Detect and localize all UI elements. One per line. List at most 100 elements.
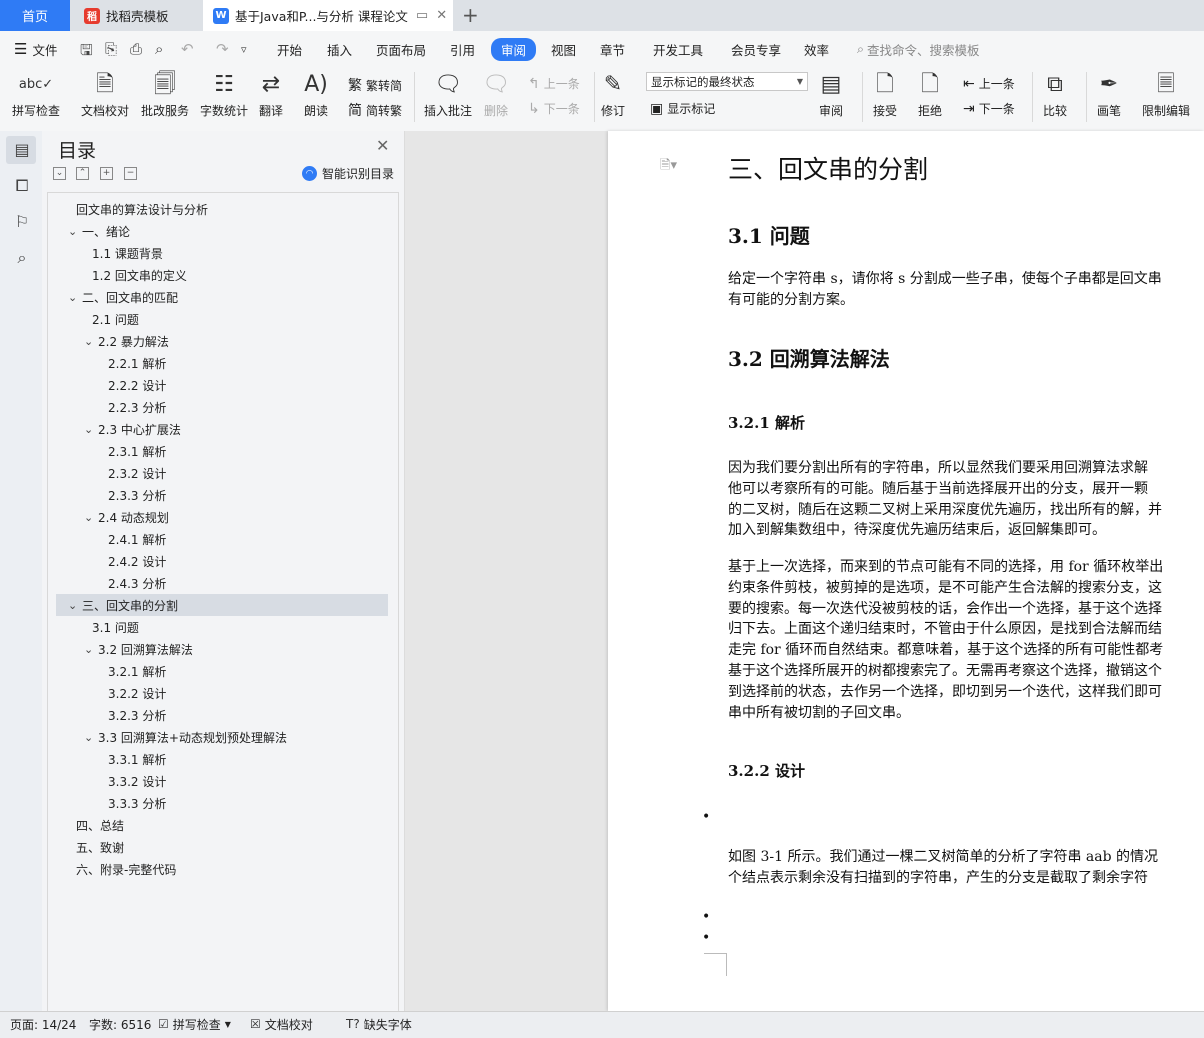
word-count-indicator[interactable]: 字数: 6516 [89, 1011, 151, 1037]
markup-mode-select[interactable]: 显示标记的最终状态 ▼ [646, 72, 808, 91]
page-indicator[interactable]: 页面: 14/24 [10, 1011, 76, 1037]
toc-item[interactable]: ⌄ 3.2 回溯算法解法 [56, 638, 388, 660]
toc-item[interactable]: 2.4.1 解析 [56, 528, 388, 550]
chevron-down-icon[interactable]: ⌄ [84, 643, 98, 656]
tab-home[interactable]: 首页 [0, 0, 70, 31]
toc-item[interactable]: 3.2.2 设计 [56, 682, 388, 704]
smart-toc-button[interactable]: ◠ 智能识别目录 [302, 165, 394, 182]
batch-service-button[interactable]: 🗐 批改服务 [141, 70, 189, 119]
to-simplified-button[interactable]: 简简转繁 [348, 100, 402, 120]
toc-item[interactable]: ⌄ 2.4 动态规划 [56, 506, 388, 528]
insert-comment-button[interactable]: 🗨 插入批注 [424, 70, 472, 119]
toc-item[interactable]: 1.1 课题背景 [56, 242, 388, 264]
toc-item[interactable]: 2.3.2 设计 [56, 462, 388, 484]
toc-item[interactable]: ⌄ 一、绪论 [56, 220, 388, 242]
menu-developer[interactable]: 开发工具 [653, 31, 703, 67]
menu-review[interactable]: 审阅 [491, 31, 537, 67]
accept-button[interactable]: 🗋 接受 [873, 70, 897, 119]
chevron-down-icon[interactable]: ⌄ [84, 423, 98, 436]
toc-item[interactable]: 回文串的算法设计与分析 [56, 198, 388, 220]
tab-document[interactable]: W 基于Java和P...与分析 课程论文 ▭ ✕ [203, 0, 453, 31]
read-aloud-button[interactable]: A) 朗读 [304, 70, 328, 119]
prev-change-button[interactable]: ⇤ 上一条 [963, 75, 1015, 92]
toc-item[interactable]: 2.4.3 分析 [56, 572, 388, 594]
toc-item[interactable]: 2.2.3 分析 [56, 396, 388, 418]
toc-item[interactable]: 3.1 问题 [56, 616, 388, 638]
undo-icon[interactable]: ↶ [181, 40, 194, 58]
expand-up-icon[interactable]: ⌃ [76, 167, 89, 180]
prev-comment-button[interactable]: ↰ 上一条 [528, 75, 580, 92]
word-count-button[interactable]: ☷ 字数统计 [200, 70, 248, 119]
toc-item[interactable]: 3.2.1 解析 [56, 660, 388, 682]
missing-font-status[interactable]: T? 缺失字体 [346, 1011, 412, 1037]
toc-item[interactable]: ⌄ 三、回文串的分割 [56, 594, 388, 616]
chevron-down-icon[interactable]: ⌄ [84, 731, 98, 744]
menu-start[interactable]: 开始 [277, 31, 302, 67]
menu-reference[interactable]: 引用 [450, 31, 475, 67]
toc-item[interactable]: 2.2.1 解析 [56, 352, 388, 374]
next-change-button[interactable]: ⇥ 下一条 [963, 100, 1015, 117]
toc-item[interactable]: ⌄ 2.2 暴力解法 [56, 330, 388, 352]
compare-button[interactable]: ⧉ 比较 [1043, 70, 1067, 119]
next-comment-button[interactable]: ↳ 下一条 [528, 100, 580, 117]
toc-item[interactable]: 3.3.2 设计 [56, 770, 388, 792]
monitor-icon[interactable]: ▭ [416, 8, 428, 23]
export-pdf-icon[interactable]: ⎘ [105, 40, 117, 58]
translate-button[interactable]: ⇄ 翻译 [259, 70, 283, 119]
toc-item[interactable]: 四、总结 [56, 814, 388, 836]
track-changes-button[interactable]: ✎ 修订 [601, 70, 625, 119]
bookmark-icon[interactable]: ⚐ [11, 212, 33, 231]
show-markup-button[interactable]: ▣ 显示标记 [650, 100, 715, 117]
toc-item[interactable]: 五、致谢 [56, 836, 388, 858]
toc-item[interactable]: 2.1 问题 [56, 308, 388, 330]
close-icon[interactable]: ✕ [376, 136, 389, 155]
toc-item[interactable]: 3.2.3 分析 [56, 704, 388, 726]
menu-layout[interactable]: 页面布局 [376, 31, 426, 67]
page-note-icon[interactable]: 🗎▾ [660, 156, 677, 178]
review-pane-button[interactable]: ▤ 审阅 [819, 70, 843, 119]
new-tab-icon[interactable]: + [462, 3, 479, 27]
remove-entry-icon[interactable]: − [124, 167, 137, 180]
menu-insert[interactable]: 插入 [327, 31, 352, 67]
command-search[interactable]: ⌕ 查找命令、搜索模板 [857, 31, 980, 67]
chevron-down-icon[interactable]: ⌄ [68, 225, 82, 238]
reject-button[interactable]: 🗋 拒绝 [918, 70, 942, 119]
toc-item[interactable]: 2.4.2 设计 [56, 550, 388, 572]
close-tab-icon[interactable]: ✕ [436, 8, 447, 23]
doc-proof-status[interactable]: ☒ 文档校对 [250, 1011, 313, 1037]
spell-check-button[interactable]: abc✓ 拼写检查 [12, 70, 60, 119]
toc-item[interactable]: 2.2.2 设计 [56, 374, 388, 396]
chevron-down-icon[interactable]: ⌄ [84, 335, 98, 348]
toc-item[interactable]: ⌄ 二、回文串的匹配 [56, 286, 388, 308]
menu-section[interactable]: 章节 [600, 31, 625, 67]
menu-efficiency[interactable]: 效率 [804, 31, 829, 67]
toc-icon[interactable]: ▤ [11, 140, 33, 159]
add-entry-icon[interactable]: + [100, 167, 113, 180]
customize-quick-icon[interactable]: ▿ [241, 43, 247, 56]
file-menu[interactable]: ☰ 文件 [14, 31, 57, 67]
search-icon[interactable]: ⌕ [11, 248, 33, 268]
toc-item[interactable]: 六、附录-完整代码 [56, 858, 388, 880]
spell-check-toggle[interactable]: ☑ 拼写检查 ▼ [158, 1011, 231, 1037]
chevron-down-icon[interactable]: ⌄ [84, 511, 98, 524]
restrict-edit-button[interactable]: 🗏 限制编辑 [1142, 70, 1190, 119]
delete-comment-button[interactable]: 🗨 删除 [482, 70, 510, 119]
outline-icon[interactable]: ⧠ [11, 176, 33, 196]
toc-item[interactable]: 2.3.3 分析 [56, 484, 388, 506]
redo-icon[interactable]: ↷ [216, 40, 229, 58]
pen-button[interactable]: ✒ 画笔 [1097, 70, 1121, 119]
to-traditional-button[interactable]: 繁繁转简 [348, 75, 402, 95]
print-icon[interactable]: ⎙ [130, 40, 142, 58]
toc-item[interactable]: 2.3.1 解析 [56, 440, 388, 462]
print-preview-icon[interactable]: ⌕ [155, 40, 163, 58]
chevron-down-icon[interactable]: ⌄ [68, 291, 82, 304]
doc-proof-button[interactable]: 🗎 文档校对 [81, 70, 129, 119]
tab-template[interactable]: 稻 找稻壳模板 [72, 0, 202, 31]
toc-item[interactable]: 1.2 回文串的定义 [56, 264, 388, 286]
collapse-all-icon[interactable]: ⌄ [53, 167, 66, 180]
chevron-down-icon[interactable]: ⌄ [68, 599, 82, 612]
menu-member[interactable]: 会员专享 [731, 31, 781, 67]
menu-view[interactable]: 视图 [551, 31, 576, 67]
toc-item[interactable]: ⌄ 3.3 回溯算法+动态规划预处理解法 [56, 726, 388, 748]
toc-item[interactable]: 3.3.3 分析 [56, 792, 388, 814]
